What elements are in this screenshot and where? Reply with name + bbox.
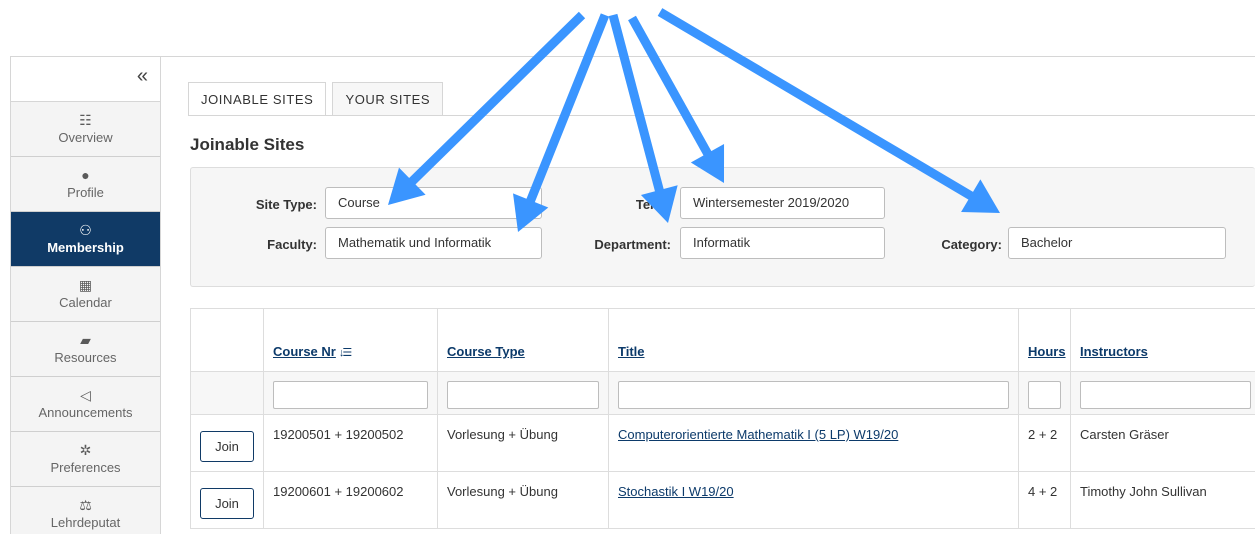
course-type-cell: Vorlesung + Übung [437, 414, 609, 472]
sidebar-item-overview[interactable]: ☷ Overview [11, 102, 160, 157]
action-cell: Join [190, 414, 264, 472]
sidebar-item-label: Membership [47, 240, 124, 255]
sidebar-item-label: Overview [58, 130, 113, 145]
filter-cell-empty [190, 371, 264, 415]
bullhorn-icon: ◁ [80, 387, 91, 403]
column-header-hours[interactable]: Hours [1018, 308, 1071, 372]
category-label: Category: [941, 237, 1002, 252]
hours-cell: 4 + 2 [1018, 471, 1071, 529]
users-icon: ⚇ [79, 222, 92, 238]
sidebar-item-label: Lehrdeputat [50, 515, 121, 530]
sidebar-item-resources[interactable]: ▰ Resources [11, 322, 160, 377]
instructors-cell: Carsten Gräser [1070, 414, 1255, 472]
action-cell: Join [190, 471, 264, 529]
term-label: Term: [635, 197, 671, 212]
site-type-select[interactable]: Course [325, 187, 542, 219]
column-header-title[interactable]: Title [608, 308, 1019, 372]
filter-cell [437, 371, 609, 415]
scale-icon: ⚖ [79, 497, 92, 513]
course-title-link[interactable]: Stochastik I W19/20 [618, 484, 734, 499]
sidebar-item-label: Calendar [59, 295, 112, 310]
sort-course-nr-link[interactable]: Course Nr [273, 344, 336, 359]
sort-course-type-link[interactable]: Course Type [447, 344, 525, 359]
list-icon: ☷ [79, 112, 92, 128]
department-label: Department: [594, 237, 671, 252]
faculty-label: Faculty: [267, 237, 317, 252]
sidebar-item-label: Preferences [50, 460, 121, 475]
join-button[interactable]: Join [200, 488, 254, 519]
column-header-course-type[interactable]: Course Type [437, 308, 609, 372]
sort-hours-link[interactable]: Hours [1028, 344, 1066, 359]
hours-cell: 2 + 2 [1018, 414, 1071, 472]
faculty-select[interactable]: Mathematik und Informatik [325, 227, 542, 259]
sidebar-item-label: Profile [67, 185, 104, 200]
main-content: JOINABLE SITES YOUR SITES Joinable Sites… [161, 57, 1255, 534]
column-header-instructors[interactable]: Instructors [1070, 308, 1255, 372]
title-filter-input[interactable] [618, 381, 1009, 409]
sidebar-item-label: Resources [54, 350, 117, 365]
category-select[interactable]: Bachelor [1008, 227, 1226, 259]
sidebar-item-lehrdeputat[interactable]: ⚖ Lehrdeputat [11, 487, 160, 534]
course-title-link[interactable]: Computerorientierte Mathematik I (5 LP) … [618, 427, 898, 442]
term-select[interactable]: Wintersemester 2019/2020 [680, 187, 885, 219]
course-nr-cell: 19200501 + 19200502 [263, 414, 438, 472]
sort-instructors-link[interactable]: Instructors [1080, 344, 1148, 359]
tab-your-sites[interactable]: YOUR SITES [332, 82, 444, 116]
table-row: Join 19200501 + 19200502 Vorlesung + Übu… [190, 414, 1255, 472]
sidebar-item-label: Announcements [38, 405, 133, 420]
course-nr-cell: 19200601 + 19200602 [263, 471, 438, 529]
folder-icon: ▰ [80, 332, 91, 348]
filter-cell [608, 371, 1019, 415]
instructors-filter-input[interactable] [1080, 381, 1251, 409]
filter-cell [1018, 371, 1071, 415]
join-button[interactable]: Join [200, 431, 254, 462]
sidebar: « ☷ Overview ● Profile ⚇ Membership ▦ Ca… [11, 57, 161, 534]
sidebar-item-membership[interactable]: ⚇ Membership [11, 212, 160, 267]
course-nr-filter-input[interactable] [273, 381, 428, 409]
column-filter-row [190, 371, 1255, 415]
action-column-header [190, 308, 264, 372]
filter-panel: Site Type: Course Term: Wintersemester 2… [190, 167, 1255, 287]
sidebar-item-preferences[interactable]: ✲ Preferences [11, 432, 160, 487]
department-select[interactable]: Informatik [680, 227, 885, 259]
tab-joinable-sites[interactable]: JOINABLE SITES [188, 82, 327, 116]
instructors-cell: Timothy John Sullivan [1070, 471, 1255, 529]
table-row: Join 19200601 + 19200602 Vorlesung + Übu… [190, 471, 1255, 529]
gear-icon: ✲ [79, 442, 92, 458]
page-title: Joinable Sites [190, 135, 305, 154]
sidebar-item-announcements[interactable]: ◁ Announcements [11, 377, 160, 432]
app-window: « ☷ Overview ● Profile ⚇ Membership ▦ Ca… [10, 56, 1255, 534]
sort-amount-down-icon[interactable]: ↓☰ [339, 347, 352, 359]
hours-filter-input[interactable] [1028, 381, 1061, 409]
tab-divider [188, 115, 1255, 116]
filter-cell [263, 371, 438, 415]
column-header-course-nr[interactable]: Course Nr ↓☰ [263, 308, 438, 372]
collapse-sidebar-icon[interactable]: « [11, 57, 160, 102]
tab-bar: JOINABLE SITES YOUR SITES [188, 82, 449, 116]
filter-cell [1070, 371, 1255, 415]
user-icon: ● [81, 167, 90, 183]
sidebar-item-calendar[interactable]: ▦ Calendar [11, 267, 160, 322]
site-type-label: Site Type: [255, 197, 317, 212]
calendar-icon: ▦ [78, 277, 93, 293]
sites-table: Course Nr ↓☰ Course Type Title Hours Inst… [190, 308, 1255, 529]
table-header-row: Course Nr ↓☰ Course Type Title Hours Inst… [190, 308, 1255, 372]
course-type-cell: Vorlesung + Übung [437, 471, 609, 529]
title-cell: Computerorientierte Mathematik I (5 LP) … [608, 414, 1019, 472]
sidebar-item-profile[interactable]: ● Profile [11, 157, 160, 212]
course-type-filter-input[interactable] [447, 381, 599, 409]
title-cell: Stochastik I W19/20 [608, 471, 1019, 529]
sort-title-link[interactable]: Title [618, 344, 645, 359]
